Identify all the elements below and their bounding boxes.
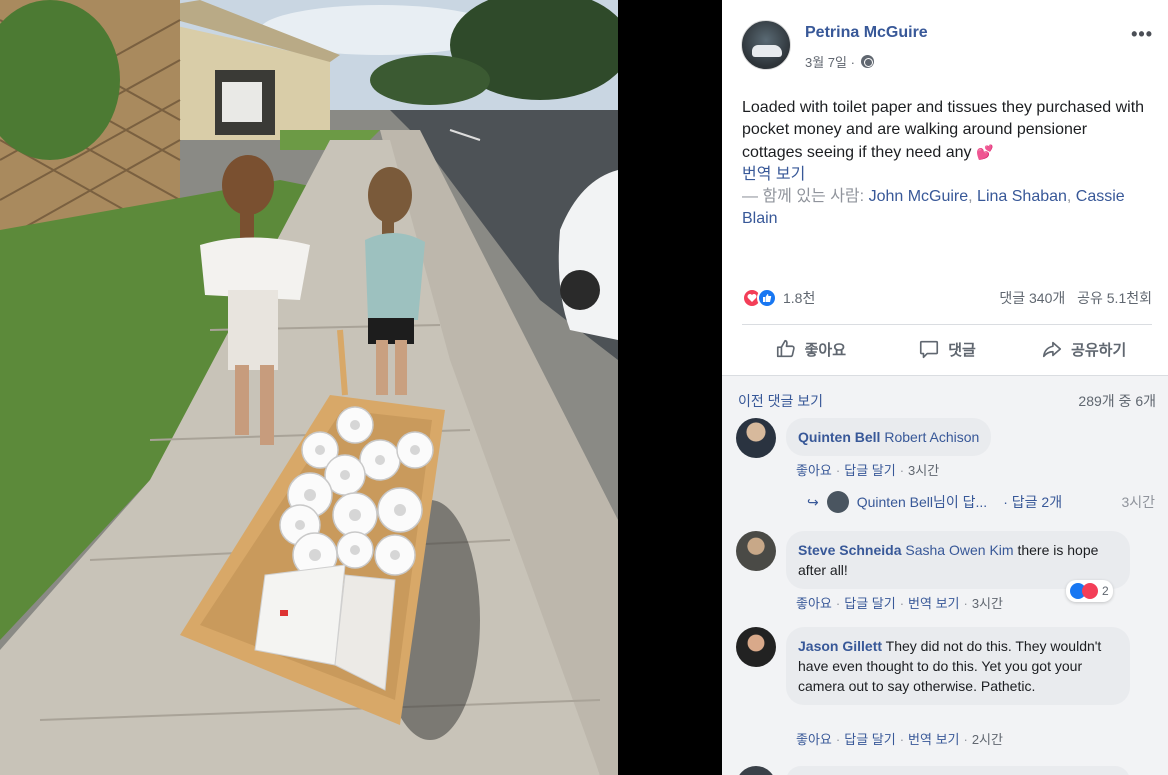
commenter-avatar[interactable] (736, 627, 776, 667)
comments-section: 이전 댓글 보기 289개 중 6개 Quinten Bell Robert A… (722, 375, 1168, 775)
comment: Steve Schneida Sasha Owen Kim there is h… (736, 531, 1156, 611)
comment-label: 댓글 (948, 341, 976, 359)
tagged-person-link[interactable]: John McGuire (869, 188, 969, 205)
comment-time[interactable]: 3시간 (972, 596, 1003, 611)
commenter-name[interactable]: Jason Gillett (798, 638, 882, 654)
comment-icon (920, 340, 939, 359)
reactions-bar: 1.8천 댓글 340개 공유 5.1천회 (742, 286, 1152, 310)
comment-bubble: Quinten Bell Robert Achison (786, 418, 992, 456)
author-avatar[interactable] (741, 20, 791, 70)
comment-bubble (786, 766, 1130, 775)
comment-reply-link[interactable]: 답글 달기 (844, 732, 895, 747)
comment-reply-link[interactable]: 답글 달기 (844, 596, 895, 611)
post-date[interactable]: 3월 7일 · (805, 52, 855, 71)
translate-link[interactable]: 번역 보기 (742, 164, 1152, 186)
reply-count[interactable]: · 답글 2개 (1003, 492, 1062, 512)
globe-icon (860, 55, 874, 68)
comment: Quinten Bell Robert Achison 좋아요 · 답글 달기 · 3시… (736, 418, 1156, 488)
comment-like-link[interactable]: 좋아요 (796, 463, 832, 478)
comment-like-link[interactable]: 좋아요 (796, 732, 832, 747)
post-header: Petrina McGuire 3월 7일 · ••• (741, 20, 1161, 72)
love-icon (1082, 583, 1098, 599)
comment-time[interactable]: 2시간 (972, 732, 1003, 747)
commenter-avatar[interactable] (736, 766, 776, 775)
thumbs-up-icon (776, 339, 795, 358)
view-previous-comments[interactable]: 이전 댓글 보기 (738, 391, 823, 411)
post-photo[interactable] (0, 0, 618, 775)
reply-thread[interactable]: ↪ Quinten Bell님이 답... · 답글 2개 3시간 (807, 489, 1167, 515)
comment-partial (736, 766, 1156, 775)
commenter-avatar[interactable] (736, 531, 776, 571)
comment-button[interactable]: 댓글 (879, 330, 1016, 368)
share-label: 공유하기 (1071, 341, 1127, 359)
comments-count-of: 289개 중 6개 (1078, 393, 1156, 409)
reply-thread-text[interactable]: Quinten Bell님이 답... (857, 492, 987, 512)
comment-translate-link[interactable]: 번역 보기 (908, 596, 959, 611)
two-hearts-icon: 💕 (975, 144, 994, 160)
comment-actions: 좋아요 · 답글 달기 · 3시간 (796, 463, 940, 478)
commenter-name[interactable]: Steve Schneida (798, 542, 902, 558)
comment-actions: 좋아요 · 답글 달기 · 번역 보기 · 2시간 (796, 732, 1003, 747)
tagged-name[interactable]: Sasha Owen Kim (905, 542, 1013, 558)
photo-viewer: Petrina McGuire 3월 7일 · ••• Loaded with … (0, 0, 1168, 775)
comment-like-link[interactable]: 좋아요 (796, 596, 832, 611)
shares-count[interactable]: 공유 5.1천회 (1077, 290, 1152, 306)
post-stats: 댓글 340개 공유 5.1천회 (991, 288, 1152, 308)
comment-reaction-count: 2 (1102, 584, 1109, 598)
comment-bubble: Jason Gillett They did not do this. They… (786, 627, 1130, 705)
comment-reactions[interactable]: 2 (1066, 580, 1113, 602)
post-body: Loaded with toilet paper and tissues the… (742, 99, 1145, 161)
author-name[interactable]: Petrina McGuire (805, 24, 928, 42)
like-button[interactable]: 좋아요 (742, 330, 879, 368)
tagged-person-link[interactable]: Lina Shaban (977, 188, 1067, 205)
reply-arrow-icon: ↪ (807, 493, 819, 510)
commenter-avatar[interactable] (736, 418, 776, 458)
like-label: 좋아요 (804, 341, 847, 359)
commenter-name[interactable]: Quinten Bell (798, 429, 880, 445)
like-icon[interactable] (757, 288, 777, 308)
tagged-people: — 함께 있는 사람: John McGuire, Lina Shaban, C… (742, 188, 1125, 227)
tagged-name[interactable]: Robert Achison (884, 429, 979, 445)
tagged-prefix: — 함께 있는 사람: (742, 188, 865, 205)
comments-count[interactable]: 댓글 340개 (999, 290, 1065, 306)
divider (742, 324, 1152, 325)
share-button[interactable]: 공유하기 (1015, 330, 1152, 368)
reaction-count[interactable]: 1.8천 (783, 288, 815, 308)
share-icon (1043, 341, 1062, 358)
reply-time: 3시간 (1121, 494, 1155, 510)
comment-actions: 좋아요 · 답글 달기 · 번역 보기 · 3시간 (796, 596, 1003, 611)
post-meta: 3월 7일 · (805, 52, 874, 71)
comment-translate-link[interactable]: 번역 보기 (908, 732, 959, 747)
comment-reply-link[interactable]: 답글 달기 (844, 463, 895, 478)
post-actions: 좋아요 댓글 공유하기 (742, 330, 1152, 368)
post-panel: Petrina McGuire 3월 7일 · ••• Loaded with … (722, 0, 1168, 775)
comment: Jason Gillett They did not do this. They… (736, 627, 1156, 752)
more-options-icon[interactable]: ••• (1131, 24, 1153, 45)
reply-avatar (826, 491, 849, 513)
comment-time[interactable]: 3시간 (908, 463, 939, 478)
post-text: Loaded with toilet paper and tissues the… (742, 97, 1152, 230)
